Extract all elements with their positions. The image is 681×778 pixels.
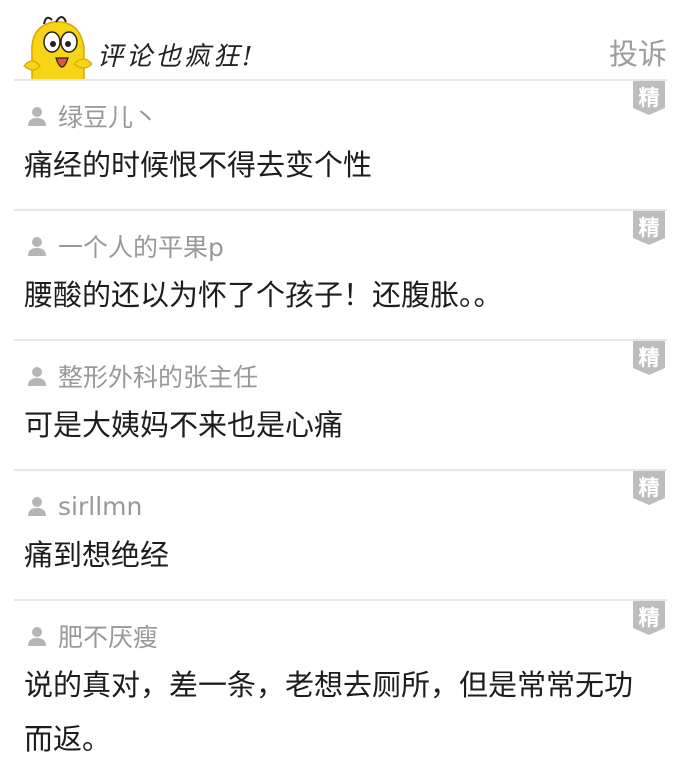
comment-user[interactable]: 绿豆儿丶 xyxy=(26,100,158,132)
username: sirllmn xyxy=(58,491,143,521)
username: 绿豆儿丶 xyxy=(58,103,159,132)
mascot-icon xyxy=(23,16,92,80)
featured-badge: 精 xyxy=(633,471,665,505)
comment-item: 精 一个人的平果p 腰酸的还以为怀了个孩子！还腹胀。。 xyxy=(0,211,681,339)
page-title: 评论也疯狂! xyxy=(97,42,256,72)
comment-item: 精 肥不厌瘦 说的真对，差一条，老想去厕所，但是常常无功而返。 xyxy=(0,601,681,778)
comment-user[interactable]: 一个人的平果p xyxy=(26,230,224,262)
comment-item: 精 整形外科的张主任 可是大姨妈不来也是心痛 xyxy=(0,341,681,469)
featured-badge: 精 xyxy=(633,211,665,245)
featured-badge: 精 xyxy=(633,341,665,375)
comment-user[interactable]: 肥不厌瘦 xyxy=(26,620,158,652)
featured-badge: 精 xyxy=(633,601,665,635)
username: 一个人的平果p xyxy=(58,233,224,262)
username: 肥不厌瘦 xyxy=(58,623,159,652)
user-icon xyxy=(28,237,46,256)
comment-text: 腰酸的还以为怀了个孩子！还腹胀。。 xyxy=(24,278,503,312)
username: 整形外科的张主任 xyxy=(58,363,259,392)
user-icon xyxy=(28,367,46,386)
user-icon xyxy=(28,107,46,126)
comment-item: 精 绿豆儿丶 痛经的时候恨不得去变个性 xyxy=(0,81,681,209)
comment-text: 痛经的时候恨不得去变个性 xyxy=(24,148,373,182)
comment-item: 精 sirllmn 痛到想绝经 xyxy=(0,471,681,599)
comment-user[interactable]: 整形外科的张主任 xyxy=(26,360,258,392)
comment-user[interactable]: sirllmn xyxy=(26,490,142,522)
user-icon xyxy=(28,497,46,516)
user-icon xyxy=(28,627,46,646)
comment-text: 痛到想绝经 xyxy=(24,538,170,572)
report-button[interactable]: 投诉 xyxy=(609,31,667,73)
featured-badge: 精 xyxy=(633,81,665,115)
header: 评论也疯狂! 投诉 xyxy=(0,0,681,80)
comment-text: 说的真对，差一条，老想去厕所，但是常常无功而返。 xyxy=(24,668,634,756)
comment-text: 可是大姨妈不来也是心痛 xyxy=(24,408,344,442)
